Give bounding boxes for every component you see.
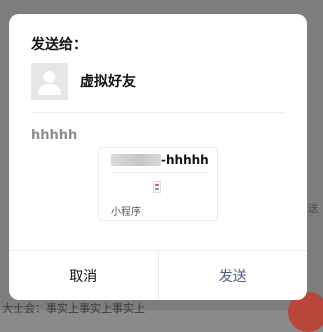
divider (31, 112, 285, 113)
recipient-name: 虚拟好友 (80, 74, 136, 90)
background-text: 大士会：事实上事实上事实上 (2, 302, 145, 315)
recipient-row: 虚拟好友 (31, 61, 136, 101)
mini-program-card: -hhhhh 小程序 (98, 147, 218, 221)
send-button[interactable]: 发送 (159, 251, 308, 300)
dialog-button-row: 取消 发送 (9, 250, 307, 300)
card-divider (111, 172, 207, 173)
mini-program-thumbnail-icon (153, 181, 161, 193)
card-footer-label: 小程序 (111, 207, 141, 218)
card-title: -hhhhh (161, 153, 209, 167)
share-dialog: 发送给： 虚拟好友 hhhhh -hhhhh 小程序 取消 发送 (9, 14, 307, 300)
blurred-app-name (111, 154, 161, 166)
message-text: hhhhh (31, 128, 78, 143)
dialog-title: 发送给： (31, 37, 87, 53)
cancel-button[interactable]: 取消 (9, 251, 159, 300)
background-side-hint: 送 (308, 204, 318, 215)
default-avatar-icon (31, 62, 68, 100)
